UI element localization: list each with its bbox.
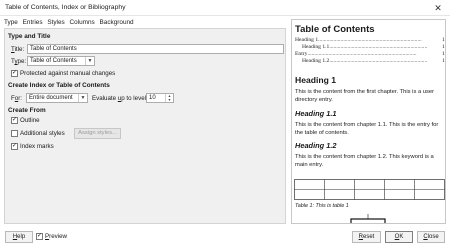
level-value: 10 <box>149 95 156 101</box>
preview-paragraph-1: This is the content from the first chapt… <box>295 89 435 103</box>
tab-styles[interactable]: Styles <box>47 19 64 26</box>
tab-columns[interactable]: Columns <box>70 19 95 26</box>
title-label: Title: <box>11 46 25 53</box>
toc-entry-page: 1 <box>442 58 445 64</box>
protected-label: Protected against manual changes <box>20 70 116 77</box>
additional-styles-checkbox[interactable] <box>11 130 18 137</box>
type-select-value: Table of Contents <box>30 58 77 64</box>
preview-heading-1-1: Heading 1.1 <box>295 109 337 118</box>
toc-entry: Heading 1...............................… <box>295 37 422 43</box>
create-index-heading: Create Index or Table of Contents <box>8 82 110 89</box>
index-marks-checkbox[interactable]: ✓ <box>11 143 18 150</box>
title-input[interactable]: Table of Contents <box>27 44 284 54</box>
type-select[interactable]: Table of Contents ▼ <box>27 56 95 66</box>
evaluate-label: Evaluate up to level: <box>92 95 148 102</box>
chevron-down-icon: ▼ <box>78 94 87 102</box>
index-marks-label: Index marks <box>20 143 54 150</box>
toc-entry: Entry...................................… <box>295 51 417 57</box>
window-title: Table of Contents, Index or Bibliography <box>5 4 126 11</box>
close-icon[interactable]: ✕ <box>432 2 444 14</box>
additional-styles-label: Additional styles <box>20 130 65 137</box>
preview-checkbox[interactable]: ✓ <box>36 233 43 240</box>
preview-paragraph-2: This is the content from chapter 1.1. Th… <box>295 122 439 136</box>
preview-paragraph-3: This is the content from chapter 1.2. Th… <box>295 154 434 168</box>
toc-entry: Heading 1.1.............................… <box>302 44 428 50</box>
tab-entries[interactable]: Entries <box>23 19 43 26</box>
reset-button[interactable]: Reset <box>352 231 381 243</box>
assign-styles-button[interactable]: Assign styles... <box>74 128 121 139</box>
outline-label: Outline <box>20 117 40 124</box>
type-label: Type: <box>11 58 27 65</box>
toc-entry: Heading 1.2.............................… <box>302 58 428 64</box>
preview-heading-1: Heading 1 <box>295 75 337 85</box>
tab-background[interactable]: Background <box>100 19 134 26</box>
preview-heading-1-2: Heading 1.2 <box>295 141 337 150</box>
spin-arrows-icon[interactable]: ▲ ▼ <box>165 94 173 102</box>
for-select[interactable]: Entire document ▼ <box>26 93 88 103</box>
figure-box <box>350 218 386 223</box>
tab-bar: Type Entries Styles Columns Background <box>4 19 137 28</box>
tab-type[interactable]: Type <box>4 19 18 26</box>
toc-entry-page: 1 <box>442 44 445 50</box>
help-button[interactable]: Help <box>5 231 33 243</box>
title-bar: Table of Contents, Index or Bibliography… <box>0 0 450 16</box>
chevron-down-icon: ▼ <box>85 57 94 65</box>
create-from-heading: Create From <box>8 107 46 114</box>
preview-sample-table <box>294 179 445 223</box>
ok-button[interactable]: OK <box>385 231 413 243</box>
toc-entry-page: 1 <box>442 51 445 57</box>
preview-pane: Table of Contents Heading 1.............… <box>291 19 446 224</box>
preview-table-caption: Table 1: This is table 1 <box>295 203 349 209</box>
type-and-title-heading: Type and Title <box>8 33 51 40</box>
level-spinner[interactable]: 10 ▲ ▼ <box>146 93 174 103</box>
for-select-value: Entire document <box>29 95 73 101</box>
title-label-rest: itle: <box>14 46 25 53</box>
type-tab-panel: Type and Title Title: Table of Contents … <box>4 28 286 224</box>
toc-entry-page: 1 <box>442 37 445 43</box>
for-label: For: <box>11 95 23 102</box>
preview-toc-title: Table of Contents <box>295 24 375 35</box>
preview-label: Preview <box>45 233 68 240</box>
outline-checkbox[interactable]: ✓ <box>11 117 18 124</box>
close-button[interactable]: Close <box>417 231 445 243</box>
protected-checkbox[interactable]: ✓ <box>11 70 18 77</box>
